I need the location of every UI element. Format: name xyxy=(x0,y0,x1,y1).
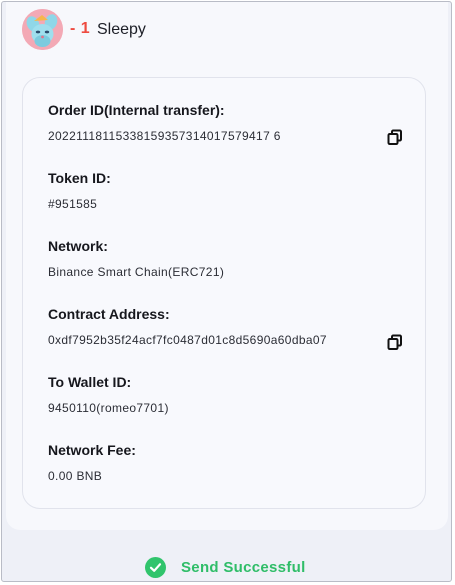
token-id-value: #951585 xyxy=(48,197,98,211)
network-label: Network: xyxy=(48,238,108,254)
network-fee-value: 0.00 BNB xyxy=(48,469,103,483)
contract-address-label: Contract Address: xyxy=(48,306,170,322)
nft-quantity-change: - 1 xyxy=(70,20,91,37)
nft-avatar xyxy=(22,9,63,50)
wallet-id-label: To Wallet ID: xyxy=(48,374,132,390)
copy-order-id-button[interactable] xyxy=(387,129,403,145)
token-id-label: Token ID: xyxy=(48,170,111,186)
copy-contract-address-button[interactable] xyxy=(387,334,403,350)
order-id-value: 20221118115338159357314017579417 6 xyxy=(48,129,281,143)
order-id-label: Order ID(Internal transfer): xyxy=(48,102,225,118)
network-fee-label: Network Fee: xyxy=(48,442,136,458)
wallet-id-value: 9450110(romeo7701) xyxy=(48,401,169,415)
contract-address-value: 0xdf7952b35f24acf7fc0487d01c8d5690a60dba… xyxy=(48,333,327,347)
copy-icon xyxy=(387,129,402,145)
network-value: Binance Smart Chain(ERC721) xyxy=(48,265,225,279)
detail-sheet: - 1 Sleepy Order ID(Internal transfer): … xyxy=(6,2,448,530)
transfer-details-card: Order ID(Internal transfer): 20221118115… xyxy=(22,77,426,509)
copy-icon xyxy=(387,334,402,350)
send-status-text: Send Successful xyxy=(181,558,306,576)
nft-avatar-illustration xyxy=(22,9,63,50)
transfer-detail-window: - 1 Sleepy Order ID(Internal transfer): … xyxy=(1,1,452,582)
check-circle-icon xyxy=(145,556,166,578)
send-status: Send Successful xyxy=(145,556,306,578)
nft-name: Sleepy xyxy=(97,21,146,38)
